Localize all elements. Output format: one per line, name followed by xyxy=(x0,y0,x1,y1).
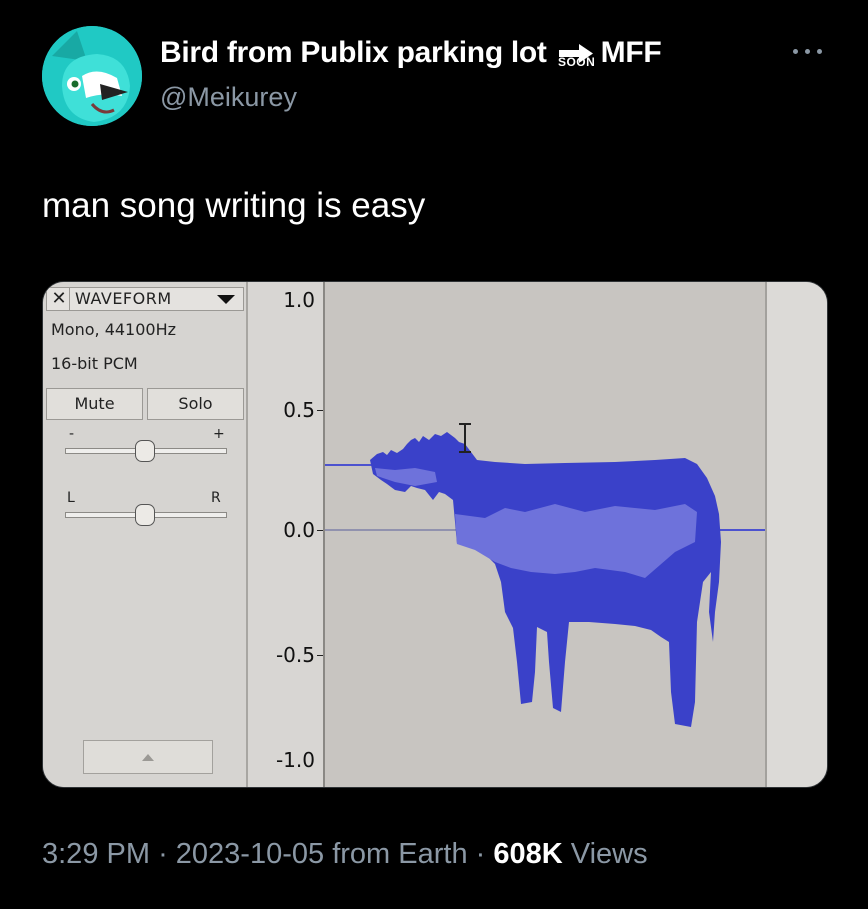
gain-slider[interactable]: - + xyxy=(65,426,227,466)
collapse-arrow-icon xyxy=(142,754,154,761)
display-name-text: Bird from Publix parking lot xyxy=(160,36,547,69)
avatar-image xyxy=(42,26,142,126)
tweet-time[interactable]: 3:29 PM xyxy=(42,838,150,870)
ruler-label: 0.0 xyxy=(283,518,315,542)
ruler-tick xyxy=(317,410,323,411)
tweet-page: Bird from Publix parking lot SOON MFF @Mei… xyxy=(0,0,868,909)
track-title-row: ✕ WAVEFORM xyxy=(46,287,244,311)
meta-separator: · xyxy=(475,838,486,870)
ruler-label: 0.5 xyxy=(283,398,315,422)
ruler-label: 1.0 xyxy=(283,288,315,312)
gain-slider-thumb[interactable] xyxy=(135,440,155,462)
avatar[interactable] xyxy=(42,26,142,126)
user-handle[interactable]: @Meikurey xyxy=(160,82,297,113)
ruler-tick xyxy=(317,530,323,531)
track-control-panel: ✕ WAVEFORM Mono, 44100Hz 16-bit PCM Mute… xyxy=(43,282,248,787)
pan-slider[interactable]: L R xyxy=(65,490,227,530)
display-name-suffix: MFF xyxy=(600,36,662,69)
gain-plus-label: + xyxy=(213,426,225,442)
pan-right-label: R xyxy=(211,490,221,506)
tweet-source: from Earth xyxy=(332,838,468,870)
soon-arrow-icon: SOON xyxy=(555,38,599,69)
ruler-tick xyxy=(317,655,323,656)
close-track-icon[interactable]: ✕ xyxy=(49,288,70,310)
ruler-label: -0.5 xyxy=(275,643,315,667)
more-options-icon[interactable] xyxy=(790,36,826,66)
views-count[interactable]: 608K xyxy=(493,838,562,870)
waveform-area[interactable] xyxy=(325,282,765,787)
display-name[interactable]: Bird from Publix parking lot SOON MFF xyxy=(160,36,662,70)
ruler-label: -1.0 xyxy=(275,748,315,772)
amplitude-ruler: 1.0 0.5 0.0 -0.5 -1.0 xyxy=(248,282,325,787)
waveform-head-light xyxy=(375,468,437,486)
tweet-meta: 3:29 PM · 2023-10-05 from Earth · 608K V… xyxy=(42,838,648,871)
tweet-media-image[interactable]: ✕ WAVEFORM Mono, 44100Hz 16-bit PCM Mute… xyxy=(42,281,828,788)
track-format: Mono, 44100Hz xyxy=(51,320,177,339)
cow-waveform xyxy=(325,423,765,727)
meta-separator: · xyxy=(158,838,168,870)
tweet-date[interactable]: 2023-10-05 xyxy=(176,838,324,870)
views-label: Views xyxy=(570,838,648,870)
pan-slider-thumb[interactable] xyxy=(135,504,155,526)
track-right-margin xyxy=(765,282,827,787)
tweet-text: man song writing is easy xyxy=(42,186,426,225)
mute-button[interactable]: Mute xyxy=(46,388,143,420)
soon-badge-text: SOON xyxy=(557,55,596,69)
dropdown-arrow-icon[interactable] xyxy=(217,295,235,304)
collapse-track-button[interactable] xyxy=(83,740,213,774)
track-bit-depth: 16-bit PCM xyxy=(51,354,138,373)
gain-minus-label: - xyxy=(69,426,75,442)
solo-button[interactable]: Solo xyxy=(147,388,244,420)
pan-left-label: L xyxy=(67,490,75,506)
track-name[interactable]: WAVEFORM xyxy=(75,288,172,310)
